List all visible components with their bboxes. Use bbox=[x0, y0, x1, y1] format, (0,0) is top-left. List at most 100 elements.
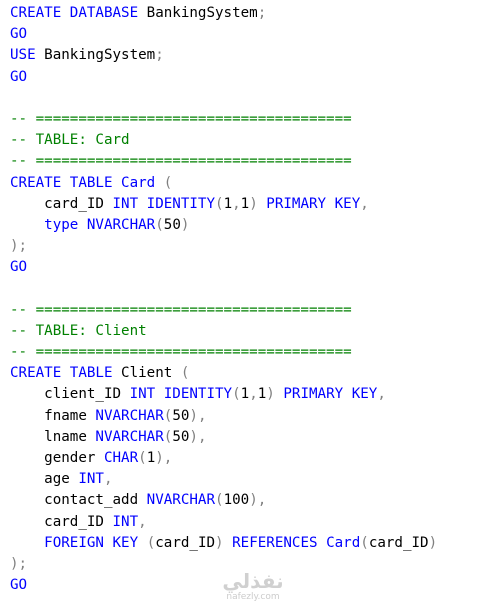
code-line: contact_add NVARCHAR(100), bbox=[10, 490, 496, 511]
sql-keyword: type bbox=[44, 216, 79, 233]
sql-identifier bbox=[258, 196, 267, 212]
sql-punctuation: ); bbox=[10, 555, 28, 572]
sql-identifier: 50 bbox=[172, 428, 190, 445]
sql-code-editor[interactable]: CREATE DATABASE BankingSystem; GO USE Bank… bbox=[10, 3, 496, 596]
code-line: USE BankingSystem; bbox=[10, 45, 496, 66]
code-line: -- ===================================== bbox=[10, 109, 496, 130]
sql-identifier bbox=[78, 217, 87, 233]
code-line: card_ID INT, bbox=[10, 512, 496, 533]
sql-identifier bbox=[113, 175, 122, 191]
sql-keyword: PRIMARY KEY bbox=[266, 195, 361, 212]
sql-punctuation: ( bbox=[215, 492, 224, 509]
sql-punctuation: , bbox=[377, 386, 386, 403]
watermark-logo-text: نفذلي bbox=[222, 569, 284, 593]
sql-punctuation: ), bbox=[189, 407, 207, 424]
sql-identifier bbox=[10, 535, 44, 551]
code-line: CREATE DATABASE BankingSystem; bbox=[10, 3, 496, 24]
sql-identifier: 1 bbox=[223, 195, 233, 212]
sql-keyword: IDENTITY bbox=[163, 386, 233, 403]
sql-punctuation: , bbox=[249, 386, 258, 403]
code-line: fname NVARCHAR(50), bbox=[10, 406, 496, 427]
code-line: card_ID INT IDENTITY(1,1) PRIMARY KEY, bbox=[10, 194, 496, 215]
sql-keyword: USE bbox=[10, 47, 36, 64]
sql-punctuation: ( bbox=[360, 534, 369, 551]
sql-identifier: gender bbox=[10, 449, 104, 466]
sql-punctuation: ; bbox=[155, 47, 164, 64]
sql-identifier bbox=[155, 386, 164, 402]
sql-punctuation: ) bbox=[428, 534, 438, 551]
code-line: client_ID INT IDENTITY(1,1) PRIMARY KEY, bbox=[10, 384, 496, 405]
sql-punctuation: ) bbox=[180, 216, 190, 233]
sql-punctuation: ( bbox=[180, 365, 190, 382]
sql-identifier: card_ID bbox=[368, 534, 429, 551]
sql-identifier: BankingSystem bbox=[138, 5, 258, 21]
sql-punctuation: ) bbox=[215, 534, 224, 551]
code-line: -- TABLE: Card bbox=[10, 130, 496, 151]
code-line: CREATE TABLE Card ( bbox=[10, 173, 496, 194]
code-line: FOREIGN KEY (card_ID) REFERENCES Card(ca… bbox=[10, 533, 496, 554]
sql-keyword: CREATE TABLE bbox=[10, 174, 113, 191]
sql-comment: -- TABLE: Card bbox=[10, 132, 130, 149]
sql-type: CHAR bbox=[103, 449, 139, 466]
sql-keyword: FOREIGN KEY bbox=[44, 534, 139, 551]
sql-punctuation: ), bbox=[189, 428, 207, 445]
sql-keyword: IDENTITY bbox=[146, 195, 216, 212]
code-line: gender CHAR(1), bbox=[10, 448, 496, 469]
sql-keyword: GO bbox=[10, 68, 28, 85]
sql-identifier: fname bbox=[10, 407, 96, 424]
sql-identifier: age bbox=[10, 471, 79, 488]
sql-type: NVARCHAR bbox=[86, 216, 156, 233]
sql-type: INT bbox=[129, 386, 156, 403]
sql-punctuation: ; bbox=[257, 5, 267, 21]
code-line: -- ===================================== bbox=[10, 342, 496, 363]
sql-punctuation: ), bbox=[155, 449, 173, 466]
sql-identifier: 1 bbox=[146, 449, 156, 466]
sql-keyword: PRIMARY KEY bbox=[283, 386, 378, 403]
sql-keyword: CREATE TABLE bbox=[10, 365, 113, 382]
sql-identifier: 1 bbox=[240, 386, 250, 403]
sql-identifier: 50 bbox=[172, 407, 190, 424]
code-line: -- ===================================== bbox=[10, 151, 496, 172]
sql-punctuation: ) bbox=[266, 386, 275, 403]
sql-identifier: 100 bbox=[223, 492, 250, 509]
sql-type: INT bbox=[112, 195, 139, 212]
code-line: GO bbox=[10, 67, 496, 88]
sql-table-name: Card bbox=[326, 534, 361, 551]
sql-identifier bbox=[10, 217, 44, 233]
sql-identifier: 1 bbox=[257, 386, 267, 403]
sql-identifier bbox=[224, 535, 233, 551]
sql-identifier: card_ID bbox=[10, 513, 113, 530]
sql-keyword: GO bbox=[10, 577, 28, 594]
code-line: CREATE TABLE Client ( bbox=[10, 363, 496, 384]
sql-type: NVARCHAR bbox=[95, 407, 164, 424]
sql-identifier: client_ID bbox=[10, 386, 130, 403]
code-line: GO bbox=[10, 257, 496, 278]
sql-punctuation: , bbox=[138, 513, 147, 530]
sql-punctuation: , bbox=[232, 195, 241, 212]
sql-keyword: GO bbox=[10, 26, 28, 43]
code-line: age INT, bbox=[10, 469, 496, 490]
code-line: -- TABLE: Client bbox=[10, 321, 496, 342]
sql-identifier: BankingSystem bbox=[35, 47, 156, 64]
sql-identifier: card_ID bbox=[155, 534, 216, 551]
sql-comment: -- ===================================== bbox=[10, 110, 352, 127]
sql-punctuation: ), bbox=[249, 492, 267, 509]
sql-identifier bbox=[318, 535, 327, 551]
sql-punctuation: ); bbox=[10, 238, 28, 255]
sql-type: NVARCHAR bbox=[95, 428, 164, 445]
sql-punctuation: ( bbox=[232, 386, 241, 403]
sql-punctuation: ( bbox=[155, 216, 164, 233]
sql-keyword: CREATE DATABASE bbox=[10, 5, 139, 21]
sql-type: INT bbox=[112, 513, 139, 530]
sql-table-name: Card bbox=[121, 174, 156, 191]
sql-punctuation: , bbox=[103, 471, 113, 488]
sql-identifier: contact_add bbox=[10, 492, 147, 509]
sql-comment: -- ===================================== bbox=[10, 344, 352, 360]
code-line: GO bbox=[10, 24, 496, 45]
sql-comment: -- TABLE: Client bbox=[10, 322, 147, 339]
code-line: lname NVARCHAR(50), bbox=[10, 427, 496, 448]
sql-punctuation: ( bbox=[163, 174, 173, 191]
sql-keyword: REFERENCES bbox=[232, 534, 318, 551]
